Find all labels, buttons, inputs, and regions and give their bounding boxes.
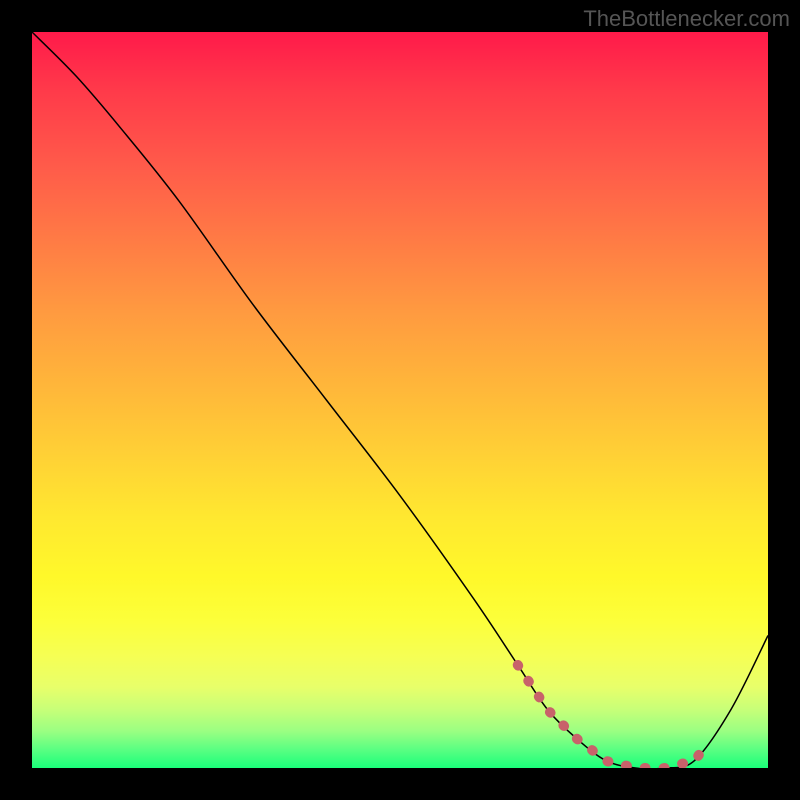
optimal-range-highlight [518, 665, 702, 768]
bottleneck-curve [32, 32, 768, 768]
chart-svg [32, 32, 768, 768]
watermark-text: TheBottlenecker.com [583, 6, 790, 32]
plot-area [32, 32, 768, 768]
